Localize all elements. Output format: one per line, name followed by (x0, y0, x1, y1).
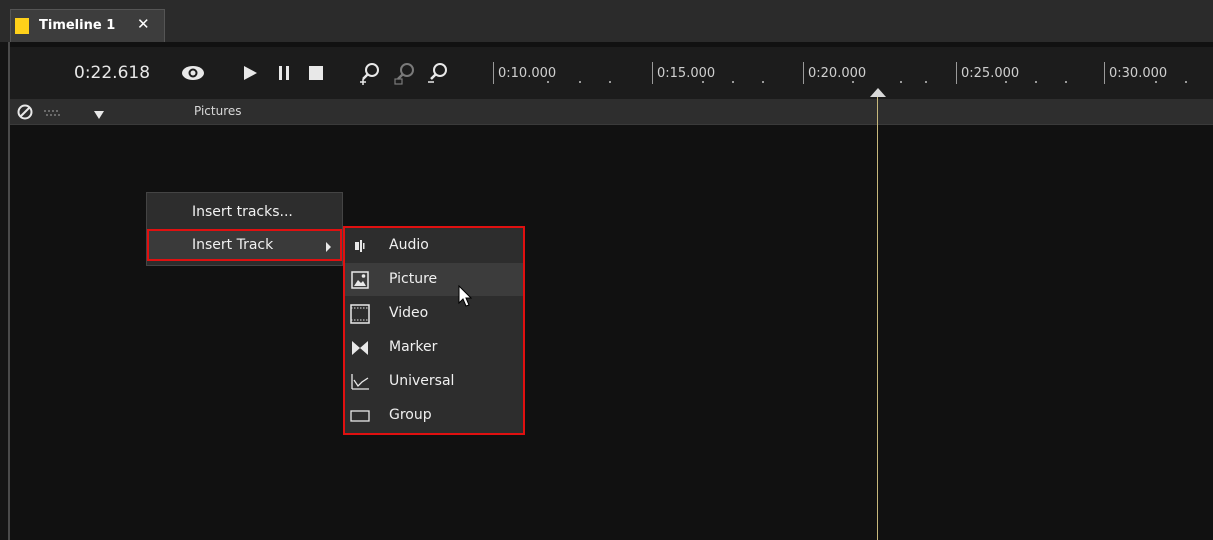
track-name: Pictures (194, 104, 242, 118)
playhead-line[interactable] (877, 95, 878, 540)
pause-icon[interactable] (271, 60, 297, 86)
ruler-minor-tick (732, 81, 734, 83)
submenu-item-label: Group (389, 407, 432, 423)
ruler-minor-tick (547, 81, 549, 83)
track-grip-icon[interactable] (42, 105, 64, 119)
tab-color-swatch (15, 18, 29, 34)
ruler-minor-tick (900, 81, 902, 83)
track-dropdown-icon[interactable] (92, 106, 106, 119)
insert-track-submenu: Audio Picture Video Marker Universal Gro… (343, 226, 525, 435)
speaker-icon (348, 234, 372, 258)
context-menu: Insert tracks... Insert Track (146, 192, 343, 266)
menu-item-label: Insert tracks... (192, 204, 293, 220)
ruler-minor-tick (579, 81, 581, 83)
timeline-toolbar: 0:22.618 0:10.000 0:15.000 0:20.000 0:25… (10, 47, 1213, 99)
ruler-minor-tick (609, 81, 611, 83)
submenu-arrow-icon (326, 242, 331, 252)
marker-icon (348, 336, 372, 360)
ruler-label: 0:15.000 (657, 66, 716, 81)
group-icon (348, 404, 372, 428)
ruler-tick (956, 62, 957, 84)
ruler-label: 0:30.000 (1109, 66, 1168, 81)
stop-icon[interactable] (303, 60, 329, 86)
curve-icon (348, 370, 372, 394)
zoom-in-icon[interactable] (358, 60, 384, 86)
close-icon[interactable]: ✕ (137, 16, 150, 33)
submenu-item-group[interactable]: Group (345, 399, 523, 432)
submenu-item-label: Universal (389, 373, 455, 389)
ruler-minor-tick (925, 81, 927, 83)
track-header: Pictures (10, 99, 1213, 125)
submenu-item-label: Picture (389, 271, 438, 287)
ruler-minor-tick (1185, 81, 1187, 83)
submenu-item-audio[interactable]: Audio (345, 229, 523, 262)
ruler-tick (652, 62, 653, 84)
submenu-item-label: Marker (389, 339, 438, 355)
ruler-minor-tick (762, 81, 764, 83)
submenu-item-video[interactable]: Video (345, 297, 523, 330)
mouse-cursor-icon (458, 284, 474, 313)
ruler-tick (803, 62, 804, 84)
ruler-label: 0:20.000 (808, 66, 867, 81)
menu-item-label: Insert Track (192, 237, 274, 253)
ruler-minor-tick (1035, 81, 1037, 83)
submenu-item-picture[interactable]: Picture (345, 263, 523, 296)
ruler-minor-tick (1005, 81, 1007, 83)
menu-item-insert-track[interactable]: Insert Track (147, 229, 342, 261)
ruler-label: 0:10.000 (498, 66, 557, 81)
tab-timeline[interactable]: Timeline 1 ✕ (10, 9, 165, 42)
submenu-item-universal[interactable]: Universal (345, 365, 523, 398)
zoom-out-icon[interactable] (426, 60, 452, 86)
zoom-fit-icon[interactable] (393, 60, 419, 86)
current-time-display: 0:22.618 (74, 63, 151, 83)
ruler-minor-tick (852, 81, 854, 83)
submenu-item-label: Video (389, 305, 429, 321)
ruler-tick (1104, 62, 1105, 84)
disable-track-icon[interactable] (16, 103, 34, 121)
menu-item-insert-tracks[interactable]: Insert tracks... (147, 196, 342, 228)
ruler-label: 0:25.000 (961, 66, 1020, 81)
playhead-marker[interactable] (870, 88, 886, 97)
ruler-minor-tick (1155, 81, 1157, 83)
submenu-item-marker[interactable]: Marker (345, 331, 523, 364)
picture-icon (348, 268, 372, 292)
ruler-minor-tick (1065, 81, 1067, 83)
ruler-minor-tick (702, 81, 704, 83)
submenu-item-label: Audio (389, 237, 429, 253)
film-icon (348, 302, 372, 326)
ruler-tick (493, 62, 494, 84)
play-icon[interactable] (237, 60, 263, 86)
eye-icon[interactable] (180, 60, 206, 86)
tab-bar (0, 0, 1213, 42)
tab-title: Timeline 1 (39, 18, 116, 33)
